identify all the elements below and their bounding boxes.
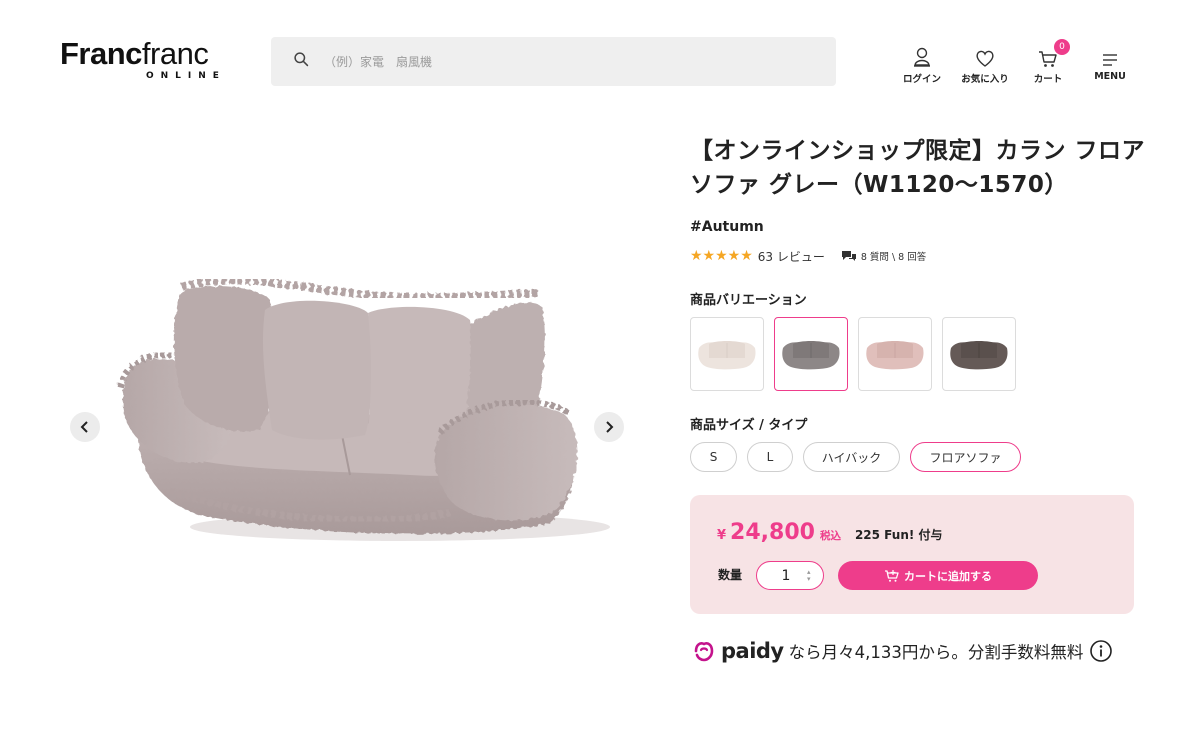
menu-label: MENU — [1094, 71, 1126, 82]
purchase-panel: ¥ 24,800 税込 225 Fun! 付与 数量 1 ▴ ▾ カートに追加する — [690, 495, 1134, 614]
logo[interactable]: Francfranc ONLINE — [60, 36, 226, 82]
rating-stars: ★★★★★ — [690, 248, 753, 264]
variation-thumb-gray — [782, 341, 840, 370]
qa-link[interactable]: 8 質問 \ 8 回答 — [841, 249, 926, 263]
size-option-highback[interactable]: ハイバック — [803, 442, 900, 472]
variation-brown[interactable] — [942, 317, 1016, 391]
variation-pink[interactable] — [858, 317, 932, 391]
tax-label: 税込 — [819, 530, 841, 542]
menu-button[interactable]: MENU — [1092, 44, 1128, 88]
size-option-floorsofa[interactable]: フロアソファ — [910, 442, 1021, 472]
price-row: ¥ 24,800 税込 225 Fun! 付与 — [717, 520, 943, 545]
spinner-arrows-icon[interactable]: ▴ ▾ — [807, 568, 811, 583]
chat-icon — [841, 251, 856, 261]
favorites-button[interactable]: お気に入り — [960, 44, 1010, 88]
paidy-brand: paidy — [721, 639, 784, 663]
user-icon — [912, 44, 932, 68]
variation-label: 商品バリエーション — [690, 293, 807, 308]
search-input[interactable]: （例）家電 扇風機 — [271, 37, 836, 86]
qa-text: 8 質問 \ 8 回答 — [860, 252, 927, 263]
paidy-text: なら月々4,133円から。分割手数料無料 — [788, 643, 1084, 662]
size-list: S L ハイバック フロアソファ — [690, 442, 1021, 472]
size-option-s[interactable]: S — [690, 442, 737, 472]
info-icon[interactable] — [1089, 639, 1113, 663]
variation-thumb-ivory — [698, 341, 756, 370]
quantity-stepper[interactable]: 1 ▴ ▾ — [756, 561, 824, 590]
currency-symbol: ¥ — [717, 528, 727, 543]
favorites-label: お気に入り — [961, 74, 1009, 85]
hamburger-icon — [1101, 44, 1119, 68]
price: 24,800 — [730, 520, 815, 545]
size-option-l[interactable]: L — [747, 442, 793, 472]
quantity-label: 数量 — [718, 568, 743, 582]
cart-button[interactable]: 0 カート — [1030, 39, 1070, 88]
chevron-left-icon — [80, 421, 88, 433]
search-placeholder: （例）家電 扇風機 — [324, 55, 433, 69]
size-label: 商品サイズ / タイプ — [690, 418, 808, 433]
product-title: 【オンラインショップ限定】カラン フロアソファ グレー（W1120〜1570） — [690, 138, 1146, 198]
cart-label: カート — [1033, 74, 1063, 85]
logo-subtitle: ONLINE — [146, 71, 226, 81]
add-to-cart-button[interactable]: カートに追加する — [838, 561, 1038, 590]
search-icon — [293, 51, 310, 72]
gallery-prev-button[interactable] — [70, 412, 100, 442]
add-to-cart-label: カートに追加する — [904, 569, 992, 583]
cart-add-icon — [885, 569, 899, 582]
paidy-logo-icon — [694, 642, 714, 662]
paidy-banner: paidy なら月々4,133円から。分割手数料無料 — [692, 636, 1113, 666]
cart-count-badge: 0 — [1054, 39, 1070, 55]
rating-row: ★★★★★ 63 レビュー 8 質問 \ 8 回答 — [690, 247, 926, 265]
variation-list — [690, 317, 1016, 391]
review-count-link[interactable]: 63 レビュー — [758, 248, 825, 265]
login-label: ログイン — [903, 74, 942, 85]
variation-thumb-brown — [950, 341, 1008, 370]
quantity-value: 1 — [781, 567, 791, 584]
login-button[interactable]: ログイン — [903, 44, 941, 88]
cart-icon: 0 — [1038, 39, 1070, 68]
heart-icon — [975, 44, 995, 68]
product-image — [117, 276, 610, 541]
variation-ivory[interactable] — [690, 317, 764, 391]
variation-gray[interactable] — [774, 317, 848, 391]
product-tag[interactable]: #Autumn — [690, 219, 764, 235]
points-label: 225 Fun! 付与 — [854, 528, 943, 542]
logo-wordmark: Francfranc — [60, 36, 209, 71]
variation-thumb-pink — [866, 341, 924, 370]
